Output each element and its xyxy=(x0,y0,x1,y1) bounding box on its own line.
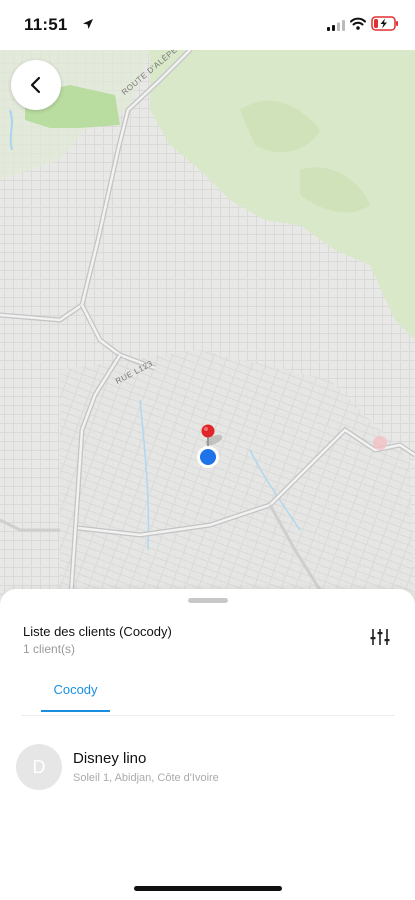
client-list-sheet: Liste des clients (Cocody) 1 client(s) C… xyxy=(0,589,415,900)
wifi-icon xyxy=(350,17,366,30)
client-address: Soleil 1, Abidjan, Côte d'Ivoire xyxy=(73,772,219,784)
avatar: D xyxy=(16,744,62,790)
tab-label: Cocody xyxy=(53,682,98,697)
user-location-dot-icon xyxy=(197,446,219,468)
home-indicator xyxy=(134,886,282,891)
client-count: 1 client(s) xyxy=(23,642,76,656)
back-button[interactable] xyxy=(11,60,61,110)
sheet-title: Liste des clients (Cocody) xyxy=(23,624,172,639)
tabs-divider xyxy=(21,715,395,716)
cellular-signal-icon xyxy=(327,20,345,31)
client-name: Disney lino xyxy=(73,750,147,767)
status-bar: 11:51 xyxy=(0,0,415,50)
sliders-icon[interactable] xyxy=(369,626,391,648)
sheet-drag-handle[interactable] xyxy=(188,598,228,603)
location-arrow-icon xyxy=(83,19,93,29)
battery-charging-icon xyxy=(371,16,398,31)
client-list-item[interactable]: D Disney lino Soleil 1, Abidjan, Côte d'… xyxy=(0,734,415,794)
tab-cocody[interactable]: Cocody xyxy=(41,674,110,714)
status-time: 11:51 xyxy=(24,15,68,34)
map-view[interactable]: ROUTE D'ALÈPE RUE L123 xyxy=(0,50,415,610)
tab-active-indicator xyxy=(41,710,110,712)
chevron-left-icon xyxy=(30,76,41,94)
